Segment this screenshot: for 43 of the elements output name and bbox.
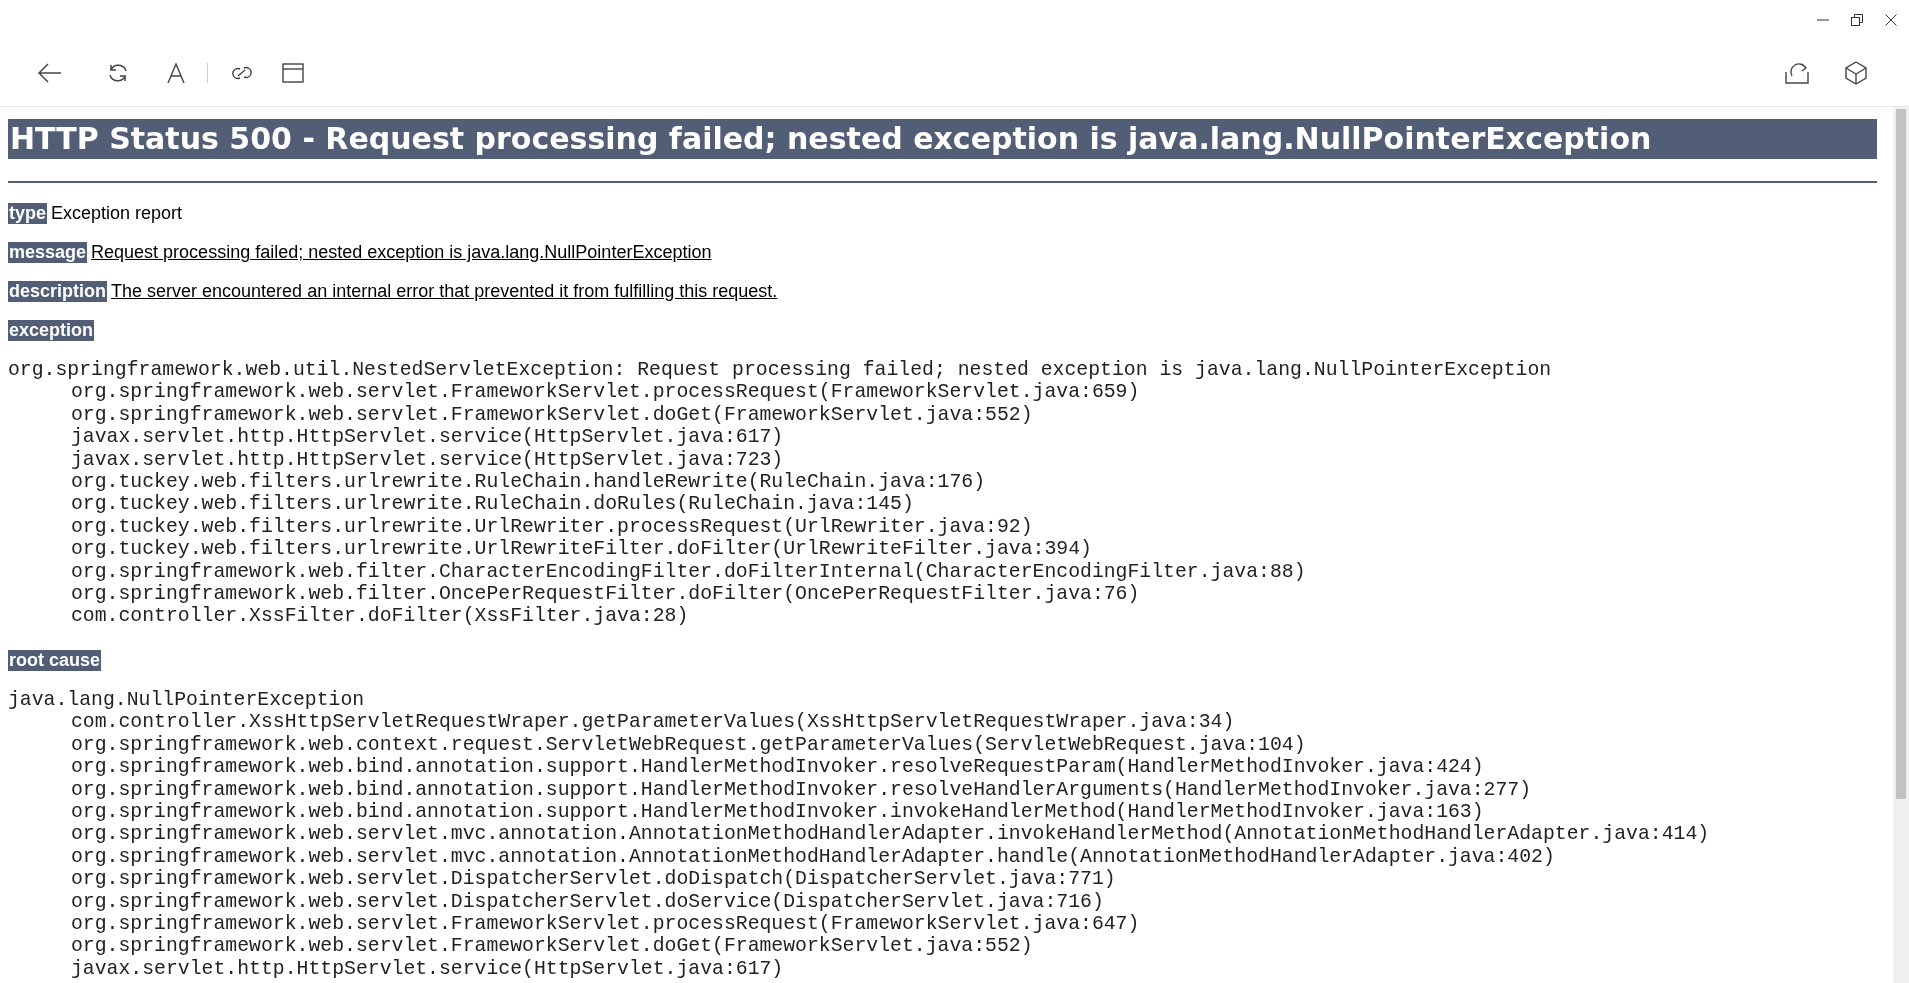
stack-trace-line: org.springframework.web.servlet.FrameworkServlet.processRequest(FrameworkServlet.java:659) bbox=[70, 381, 1141, 404]
stack-trace-line: org.springframework.web.filter.CharacterEncodingFilter.doFilterInternal(CharacterEncodingFilter.java:88) bbox=[70, 560, 1307, 584]
stack-trace-line: org.springframework.web.bind.annotation.support.HandlerMethodInvoker.resolveHandlerArguments(HandlerMethodInvoker.java:277) bbox=[70, 778, 1533, 801]
field-label: message bbox=[8, 242, 88, 263]
stack-trace-line: javax.servlet.http.HttpServlet.service(HttpServlet.java:723) bbox=[70, 448, 785, 472]
stack-trace-line: org.springframework.web.servlet.FrameworkServlet.processRequest(FrameworkServlet.java:647) bbox=[70, 912, 1141, 936]
stack-trace-line: org.springframework.web.servlet.mvc.annotation.AnnotationMethodHandlerAdapter.invokeHandlerMethod(AnnotationMethodHandlerAdapter.java:414) bbox=[70, 823, 1711, 846]
back-icon[interactable] bbox=[38, 63, 62, 83]
text-size-icon[interactable] bbox=[167, 63, 185, 83]
close-icon[interactable] bbox=[1885, 14, 1897, 26]
field-label: type bbox=[8, 203, 47, 224]
stack-trace-line: org.springframework.web.servlet.FrameworkServlet.doGet(FrameworkServlet.java:552) bbox=[70, 935, 1034, 958]
stack-trace-line: org.springframework.web.context.request.ServletWebRequest.getParameterValues(ServletWebRequest.java:104) bbox=[70, 733, 1307, 757]
stack-trace-line: org.tuckey.web.filters.urlrewrite.RuleChain.handleRewrite(RuleChain.java:176) bbox=[70, 471, 987, 494]
page-heading: HTTP Status 500 - Request processing failed; nested exception is java.lang.NullPointerException bbox=[10, 124, 1652, 154]
stack-trace-line: java.lang.NullPointerException bbox=[8, 688, 366, 712]
stack-trace-line: org.tuckey.web.filters.urlrewrite.UrlRewriter.processRequest(UrlRewriter.java:92) bbox=[70, 515, 1034, 539]
window-icon[interactable] bbox=[282, 63, 304, 83]
field-value: Exception report bbox=[51, 203, 183, 224]
stack-trace-line: org.springframework.web.servlet.FrameworkServlet.doGet(FrameworkServlet.java:552) bbox=[70, 403, 1034, 427]
section-label: exception bbox=[8, 320, 95, 341]
share-icon[interactable] bbox=[1785, 62, 1809, 84]
stack-trace-line: org.springframework.web.filter.OncePerRequestFilter.doFilter(OncePerRequestFilter.java:76) bbox=[70, 583, 1141, 606]
stack-trace-line: org.springframework.web.servlet.mvc.annotation.AnnotationMethodHandlerAdapter.handle(AnnotationMethodHandlerAdapter.java:402) bbox=[70, 845, 1556, 869]
stack-trace-line: org.springframework.web.bind.annotation.support.HandlerMethodInvoker.invokeHandlerMethod(HandlerMethodInvoker.java:163) bbox=[70, 800, 1485, 824]
stack-trace-line: javax.servlet.http.HttpServlet.service(HttpServlet.java:617) bbox=[70, 426, 785, 449]
field-value: Request processing failed; nested exception is java.lang.NullPointerException bbox=[91, 242, 712, 263]
stack-trace-line: com.controller.XssHttpServletRequestWraper.getParameterValues(XssHttpServletRequestWraper.java:34) bbox=[70, 711, 1236, 734]
stack-trace-line: org.springframework.web.util.NestedServletException: Request processing failed; nested exception is java.lang.NullPointerException bbox=[8, 359, 1553, 382]
stack-trace-line: org.springframework.web.servlet.DispatcherServlet.doService(DispatcherServlet.java:716) bbox=[70, 890, 1105, 913]
stack-trace-line: org.springframework.web.bind.annotation.support.HandlerMethodInvoker.resolveRequestParam(HandlerMethodInvoker.java:424) bbox=[70, 756, 1485, 779]
stack-trace-line: com.controller.XssFilter.doFilter(XssFilter.java:28) bbox=[70, 605, 690, 628]
restore-icon[interactable] bbox=[1851, 14, 1863, 26]
stack-trace-line: javax.servlet.http.HttpServlet.service(HttpServlet.java:617) bbox=[70, 957, 785, 981]
refresh-icon[interactable] bbox=[107, 62, 129, 84]
stack-trace-line: org.tuckey.web.filters.urlrewrite.UrlRewriteFilter.doFilter(UrlRewriteFilter.java:394) bbox=[70, 538, 1093, 561]
scrollbar-thumb[interactable] bbox=[1896, 109, 1906, 799]
field-label: description bbox=[8, 281, 107, 302]
section-label: root cause bbox=[8, 649, 102, 671]
stack-trace-line: org.springframework.web.servlet.DispatcherServlet.doDispatch(DispatcherServlet.java:771) bbox=[70, 868, 1117, 891]
field-value: The server encountered an internal error that prevented it from fulfilling this request. bbox=[111, 281, 778, 302]
cube-icon[interactable] bbox=[1845, 61, 1867, 85]
stack-trace-line: org.tuckey.web.filters.urlrewrite.RuleChain.doRules(RuleChain.java:145) bbox=[70, 493, 915, 516]
